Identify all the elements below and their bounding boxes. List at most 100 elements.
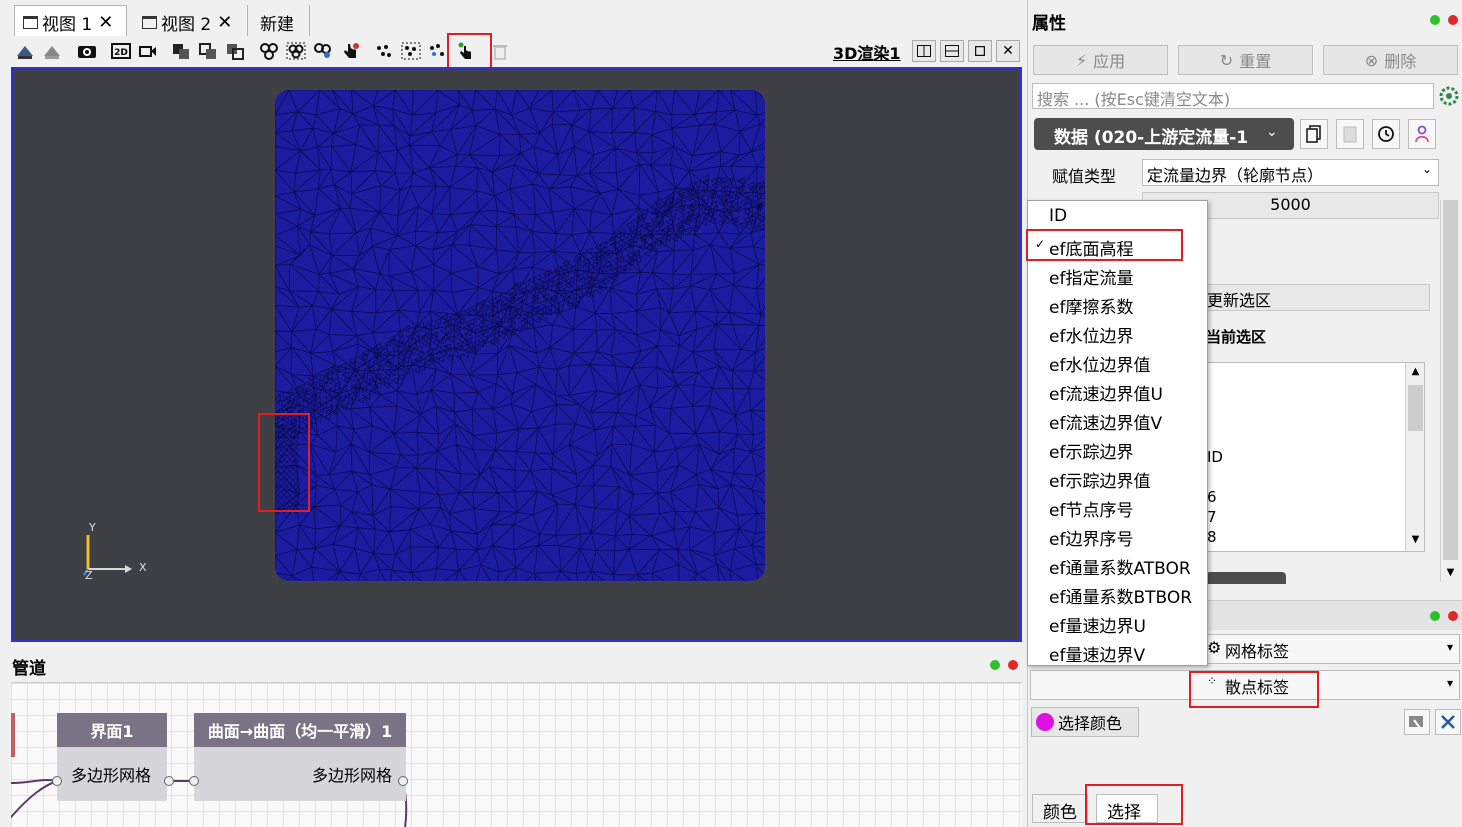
reset-button[interactable]: ↻ 重置 <box>1178 45 1313 75</box>
close-icon[interactable] <box>1008 660 1018 670</box>
select-multi-icon[interactable] <box>285 41 307 61</box>
node-interface-header[interactable]: 界面1 <box>57 713 167 747</box>
properties-scrollbar[interactable]: ▼ <box>1440 200 1460 582</box>
dropdown-item[interactable]: ef边界序号 <box>1028 522 1207 551</box>
scroll-up-icon[interactable]: ▲ <box>1406 363 1424 381</box>
record-icon[interactable] <box>137 41 159 61</box>
scroll-thumb[interactable] <box>1408 385 1423 431</box>
window-icon <box>142 15 157 29</box>
close-icon[interactable]: ✕ <box>217 12 232 33</box>
close-view-icon[interactable]: ✕ <box>996 40 1020 62</box>
dropdown-item[interactable]: ef量速边界V <box>1028 638 1207 667</box>
split-vertical-icon[interactable] <box>940 40 964 62</box>
node-smooth-body[interactable]: 多边形网格 <box>194 747 406 801</box>
delete-button[interactable]: ⊗ 删除 <box>1323 45 1458 75</box>
scroll-thumb[interactable] <box>1443 200 1458 560</box>
gear-icon[interactable] <box>1438 85 1460 107</box>
select-cells-icon[interactable] <box>170 41 192 61</box>
dropdown-item[interactable]: ID <box>1028 203 1207 232</box>
node-smooth-header[interactable]: 曲面→曲面（均一平滑）1 <box>194 713 406 747</box>
close-icon[interactable] <box>1448 15 1458 25</box>
input-port[interactable] <box>189 776 199 786</box>
label-settings-icon[interactable] <box>1404 709 1430 735</box>
scatter-label-select[interactable]: ⁘ 散点标签 ▾ <box>1030 670 1460 700</box>
float-icon[interactable] <box>1430 15 1440 25</box>
input-port[interactable] <box>52 776 62 786</box>
dropdown-item[interactable]: ef节点序号 <box>1028 493 1207 522</box>
select-points-icon[interactable] <box>197 41 219 61</box>
output-port[interactable] <box>398 776 408 786</box>
split-horizontal-icon[interactable] <box>912 40 936 62</box>
float-icon[interactable] <box>1430 611 1440 621</box>
copy-icon[interactable] <box>1300 119 1328 149</box>
user-icon[interactable] <box>1408 119 1436 149</box>
dropdown-item[interactable]: ef示踪边界值 <box>1028 464 1207 493</box>
reset-camera-icon[interactable] <box>14 41 36 61</box>
selection-list[interactable]: ID 6 7 8 ▲ ▼ <box>1206 362 1425 552</box>
close-icon[interactable] <box>1448 611 1458 621</box>
dropdown-item[interactable]: ef流速边界值U <box>1028 377 1207 406</box>
chevron-down-icon: ⌄ <box>1421 162 1432 176</box>
data-source-combo-2[interactable] <box>1206 572 1286 584</box>
grid-select-icon[interactable] <box>400 41 422 61</box>
select-polygon-icon[interactable] <box>312 41 334 61</box>
list-item: ID <box>1207 448 1223 466</box>
dropdown-item[interactable]: ef水位边界 <box>1028 319 1207 348</box>
tab-view-1[interactable]: 视图 1 ✕ <box>14 5 127 36</box>
list-scrollbar[interactable]: ▲ ▼ <box>1405 363 1424 551</box>
history-icon[interactable] <box>1372 119 1400 149</box>
select-color-button[interactable]: 选择颜色 <box>1031 707 1139 737</box>
select-block-icon[interactable] <box>224 41 246 61</box>
dropdown-item[interactable]: ef示踪边界 <box>1028 435 1207 464</box>
float-icon[interactable] <box>990 660 1000 670</box>
node-interface-body[interactable]: 多边形网格 <box>57 747 167 801</box>
data-source-combo[interactable]: 数据 (020-上游定流量-1 <box>1034 118 1294 150</box>
interactive-select-icon[interactable] <box>258 41 280 61</box>
triangle-mesh[interactable] <box>275 90 765 581</box>
2d-mode-icon[interactable]: 2D <box>110 41 132 61</box>
zoom-data-icon[interactable] <box>41 41 63 61</box>
attribute-dropdown[interactable]: ID ✓ ef底面高程 ef指定流量 ef摩擦系数 ef水位边界 ef水位边界值 ef流速边界… <box>1027 200 1208 666</box>
assign-type-select[interactable]: 定流量边界（轮廓节点） ⌄ <box>1142 159 1439 186</box>
remove-icon: ⊗ <box>1364 50 1379 70</box>
tab-label: 新建 <box>260 14 294 35</box>
pick-point-icon[interactable] <box>455 41 477 61</box>
tools-icon[interactable] <box>1435 709 1461 735</box>
dropdown-item[interactable]: ef通量系数BTBOR <box>1028 580 1207 609</box>
close-icon[interactable]: ✕ <box>98 12 113 33</box>
assign-type-label: 赋值类型 <box>1052 167 1117 186</box>
dropdown-item[interactable]: ef量速边界U <box>1028 609 1207 638</box>
tab-select[interactable]: 选择 <box>1096 794 1158 823</box>
scatter-points-icon[interactable] <box>373 41 395 61</box>
tab-color[interactable]: 颜色 <box>1032 794 1088 823</box>
3d-render-view[interactable]: Y X Z <box>11 67 1022 642</box>
node-title: 曲面→曲面（均一平滑）1 <box>207 722 393 741</box>
orientation-axes: Y X Z <box>81 521 151 582</box>
pipeline-canvas[interactable]: 界面1 多边形网格 曲面→曲面（均一平滑）1 多边形网格 <box>11 682 1022 827</box>
scroll-down-icon[interactable]: ▼ <box>1406 531 1424 549</box>
chevron-down-icon: ⌄ <box>1266 124 1278 140</box>
scroll-down-icon[interactable]: ▼ <box>1441 564 1460 582</box>
tab-new[interactable]: 新建 <box>252 5 310 36</box>
dropdown-item[interactable]: ✓ ef底面高程 <box>1028 232 1207 261</box>
tab-label: 视图 1 <box>42 15 93 35</box>
screenshot-icon[interactable] <box>76 41 98 61</box>
dropdown-item-label: ef边界序号 <box>1049 530 1134 550</box>
dropdown-item[interactable]: ef水位边界值 <box>1028 348 1207 377</box>
tab-view-2[interactable]: 视图 2 ✕ <box>134 5 248 36</box>
output-port[interactable] <box>164 776 174 786</box>
apply-button[interactable]: ⚡ 应用 <box>1033 45 1168 75</box>
update-selection-button[interactable]: 更新选区 <box>1198 284 1430 311</box>
color-swatch <box>1036 713 1054 731</box>
paste-icon[interactable] <box>1336 119 1364 149</box>
hover-hand-icon[interactable] <box>339 41 361 61</box>
tab-label: 视图 2 <box>161 14 212 35</box>
pipeline-title: 管道 <box>12 659 46 679</box>
dropdown-item[interactable]: ef流速边界值V <box>1028 406 1207 435</box>
points-hand-icon[interactable] <box>427 41 449 61</box>
dropdown-item[interactable]: ef指定流量 <box>1028 261 1207 290</box>
dropdown-item[interactable]: ef通量系数ATBOR <box>1028 551 1207 580</box>
maximize-icon[interactable] <box>968 40 992 62</box>
search-input[interactable]: 搜索 ... (按Esc键清空文本) <box>1032 83 1434 109</box>
dropdown-item[interactable]: ef摩擦系数 <box>1028 290 1207 319</box>
